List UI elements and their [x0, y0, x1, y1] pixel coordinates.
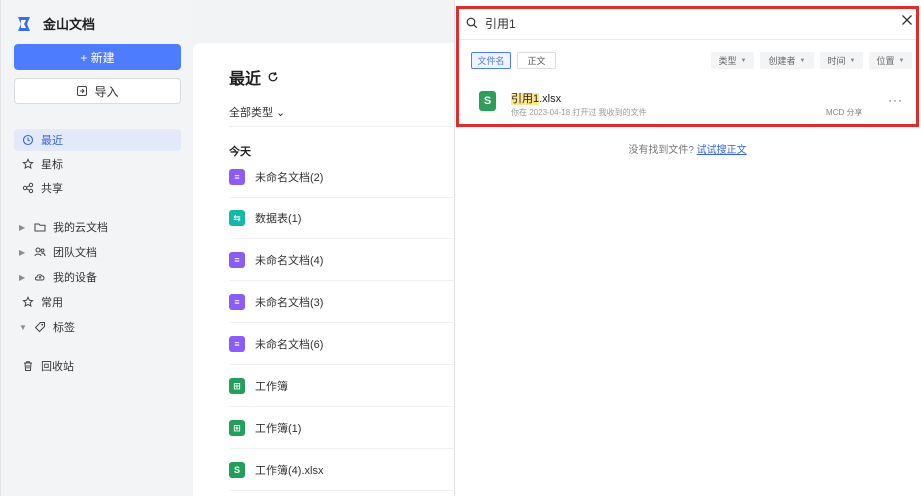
data-table-file-icon: ⇆ — [229, 210, 245, 226]
xlsx-file-icon: S — [229, 462, 245, 478]
star-outline-icon — [21, 295, 35, 309]
sidebar-item-recent[interactable]: 最近 — [14, 129, 181, 151]
app-name: 金山文档 — [43, 17, 96, 32]
sidebar-item-label: 我的设备 — [53, 272, 97, 284]
brand[interactable]: 金山文档 — [15, 14, 95, 33]
team-icon — [33, 245, 47, 259]
not-found-text: 没有找到文件? — [628, 145, 694, 156]
sidebar-item-label: 星标 — [41, 159, 63, 171]
file-name: 工作簿(1) — [255, 423, 302, 435]
sidebar-item-label: 常用 — [41, 297, 63, 309]
sidebar-item-label: 标签 — [53, 322, 75, 334]
caret-right-icon[interactable]: ▶ — [19, 248, 29, 257]
refresh-icon[interactable] — [267, 71, 279, 83]
tag-icon — [33, 320, 47, 334]
sidebar-item-trash[interactable]: 回收站 — [14, 355, 181, 377]
workbook-file-icon: ⊞ — [229, 420, 245, 436]
sidebar-item-shared[interactable]: 共享 — [14, 177, 181, 199]
doc-file-icon: ≡ — [229, 294, 245, 310]
file-name: 未命名文档(3) — [255, 297, 324, 309]
folder-icon — [33, 220, 47, 234]
sidebar-item-label: 我的云文档 — [53, 222, 108, 234]
star-icon — [21, 157, 35, 171]
new-button-label: + 新建 — [80, 50, 115, 65]
file-name: 未命名文档(2) — [255, 172, 324, 184]
sidebar-item-frequent[interactable]: 常用 — [14, 291, 181, 313]
share-icon — [21, 181, 35, 195]
file-name: 未命名文档(4) — [255, 255, 324, 267]
file-name: 数据表(1) — [255, 213, 302, 225]
doc-file-icon: ≡ — [229, 169, 245, 185]
import-button[interactable]: 导入 — [14, 78, 181, 104]
sidebar-item-my-devices[interactable]: ▶ 我的设备 — [14, 266, 181, 288]
kdocs-logo-icon — [18, 16, 30, 31]
type-filter-dropdown[interactable]: 全部类型 ⌄ — [229, 104, 285, 120]
sidebar-item-team-docs[interactable]: ▶ 团队文档 — [14, 241, 181, 263]
search-content-link[interactable]: 试试搜正文 — [697, 145, 747, 156]
caret-right-icon[interactable]: ▶ — [19, 273, 29, 282]
import-icon — [77, 86, 88, 96]
import-button-label: 导入 — [94, 84, 119, 99]
sidebar-item-label: 共享 — [41, 183, 63, 195]
caret-down-icon[interactable]: ▼ — [19, 323, 29, 332]
not-found-hint: 没有找到文件? 试试搜正文 — [454, 141, 921, 156]
sidebar-item-tags[interactable]: ▼ 标签 — [14, 316, 181, 338]
sidebar: 金山文档 + 新建 导入 最近 星标 共享 ▶ 我的云文档 ▶ 团队文档 ▶ 我… — [0, 0, 192, 496]
cloud-device-icon — [33, 270, 47, 284]
sidebar-item-starred[interactable]: 星标 — [14, 153, 181, 175]
trash-icon — [21, 359, 35, 373]
doc-file-icon: ≡ — [229, 336, 245, 352]
sidebar-item-label: 团队文档 — [53, 247, 97, 259]
clock-icon — [21, 133, 35, 147]
sidebar-item-label: 最近 — [41, 135, 63, 147]
highlight-box — [456, 6, 919, 127]
sidebar-item-my-cloud-docs[interactable]: ▶ 我的云文档 — [14, 216, 181, 238]
page-title-text: 最近 — [229, 71, 262, 88]
file-name: 工作簿 — [255, 381, 288, 393]
new-button[interactable]: + 新建 — [14, 44, 181, 70]
doc-file-icon: ≡ — [229, 252, 245, 268]
file-name: 工作簿(4).xlsx — [255, 465, 324, 477]
workbook-file-icon: ⊞ — [229, 378, 245, 394]
sidebar-item-label: 回收站 — [41, 361, 74, 373]
caret-right-icon[interactable]: ▶ — [19, 223, 29, 232]
page-title: 最近 — [229, 65, 279, 89]
file-name: 未命名文档(6) — [255, 339, 324, 351]
